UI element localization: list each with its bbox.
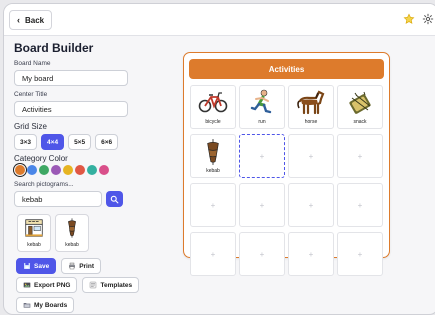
templates-label: Templates [100, 281, 133, 289]
search-input[interactable]: kebab [14, 191, 102, 207]
back-label: Back [25, 15, 45, 25]
add-icon: + [308, 200, 314, 210]
search-results: kebab kebab [17, 214, 89, 252]
color-swatch-pink[interactable] [99, 165, 109, 175]
run-icon [250, 89, 272, 114]
category-color-label: Category Color [14, 154, 68, 163]
print-button[interactable]: Print [61, 258, 101, 274]
board-cell-horse[interactable]: horse [288, 85, 334, 129]
add-icon: + [357, 151, 363, 161]
board-cell-empty[interactable]: + [190, 183, 236, 227]
board-name-input[interactable]: My board [14, 70, 128, 86]
color-swatch-teal[interactable] [87, 165, 97, 175]
board-cell-snack[interactable]: snack [337, 85, 383, 129]
app-window: ‹ Back Board Builder Board Name My board… [3, 3, 435, 315]
add-icon: + [357, 249, 363, 259]
star-icon[interactable] [403, 13, 415, 25]
add-icon: + [210, 249, 216, 259]
save-button[interactable]: Save [16, 258, 57, 274]
cell-label: run [258, 119, 266, 125]
back-button[interactable]: ‹ Back [9, 10, 53, 30]
add-icon: + [357, 200, 363, 210]
pictogram-search: kebab [14, 191, 123, 207]
board-cell-empty[interactable]: + [337, 232, 383, 276]
kebab-icon [207, 139, 219, 165]
center-title-input[interactable]: Activities [14, 101, 128, 117]
category-color-swatches [15, 165, 109, 175]
folder-icon [23, 303, 31, 308]
chevron-left-icon: ‹ [17, 14, 20, 25]
color-swatch-purple[interactable] [51, 165, 61, 175]
board-cell-empty[interactable]: + [288, 232, 334, 276]
board-cell-empty[interactable]: + [337, 183, 383, 227]
board-cell-run[interactable]: run [239, 85, 285, 129]
color-swatch-red[interactable] [75, 165, 85, 175]
horse-icon [297, 90, 325, 115]
center-title-label: Center Title [14, 91, 48, 98]
board-cell-kebab[interactable]: kebab [190, 134, 236, 178]
result-card[interactable]: kebab [17, 214, 51, 252]
settings-icon[interactable] [422, 13, 434, 25]
board-name-label: Board Name [14, 60, 51, 67]
grid-size-6x6-button[interactable]: 6×6 [95, 134, 119, 150]
add-icon: + [259, 151, 265, 161]
board-cell-empty[interactable]: + [337, 134, 383, 178]
board-cell-empty[interactable]: + [288, 134, 334, 178]
board-cell-empty[interactable]: + [288, 183, 334, 227]
color-swatch-green[interactable] [39, 165, 49, 175]
action-row-2: Export PNG Templates [16, 277, 140, 293]
color-swatch-blue[interactable] [27, 165, 37, 175]
grid-size-3x3-button[interactable]: 3×3 [14, 134, 38, 150]
kebab-shop-icon [25, 219, 43, 237]
export-png-label: Export PNG [34, 281, 71, 289]
board-cell-empty[interactable]: + [190, 232, 236, 276]
cell-label: bicycle [205, 119, 221, 125]
board-cell-bicycle[interactable]: bicycle [190, 85, 236, 129]
cell-label: snack [353, 119, 367, 125]
communication-board: Activities bicycle run horse snack kebab… [183, 52, 390, 276]
result-label: kebab [27, 242, 41, 248]
grid-size-label: Grid Size [14, 122, 47, 131]
add-icon: + [308, 249, 314, 259]
cell-label: horse [304, 119, 318, 125]
action-row-1: Save Print [16, 258, 101, 274]
grid-size-options: 3×3 4×4 5×5 6×6 [14, 134, 119, 150]
result-label: kebab [65, 242, 79, 248]
add-icon: + [259, 249, 265, 259]
save-icon [24, 263, 30, 269]
color-swatch-yellow[interactable] [63, 165, 73, 175]
add-icon: + [210, 200, 216, 210]
add-icon: + [308, 151, 314, 161]
board-cell-empty-selected[interactable]: + [239, 134, 285, 178]
image-icon [23, 282, 31, 288]
add-icon: + [259, 200, 265, 210]
board-cell-empty[interactable]: + [239, 232, 285, 276]
grid-size-5x5-button[interactable]: 5×5 [68, 134, 92, 150]
result-card[interactable]: kebab [55, 214, 89, 252]
templates-button[interactable]: Templates [82, 277, 140, 293]
search-label: Search pictograms... [14, 181, 74, 188]
search-icon [110, 195, 119, 203]
templates-icon [90, 281, 97, 289]
cell-label: kebab [206, 168, 220, 174]
board-center-title[interactable]: Activities [189, 59, 384, 79]
export-png-button[interactable]: Export PNG [16, 277, 78, 293]
search-button[interactable] [106, 191, 123, 207]
snack-icon [349, 91, 371, 114]
top-bar: ‹ Back [4, 4, 435, 36]
color-swatch-orange[interactable] [15, 165, 25, 175]
grid-size-4x4-button[interactable]: 4×4 [41, 134, 65, 150]
bicycle-icon [198, 92, 228, 113]
board-cell-empty[interactable]: + [239, 183, 285, 227]
print-label: Print [79, 262, 94, 270]
page-title: Board Builder [14, 41, 94, 55]
save-label: Save [34, 262, 50, 270]
my-boards-label: My Boards [34, 301, 68, 309]
kebab-icon [68, 218, 76, 238]
printer-icon [69, 262, 76, 270]
